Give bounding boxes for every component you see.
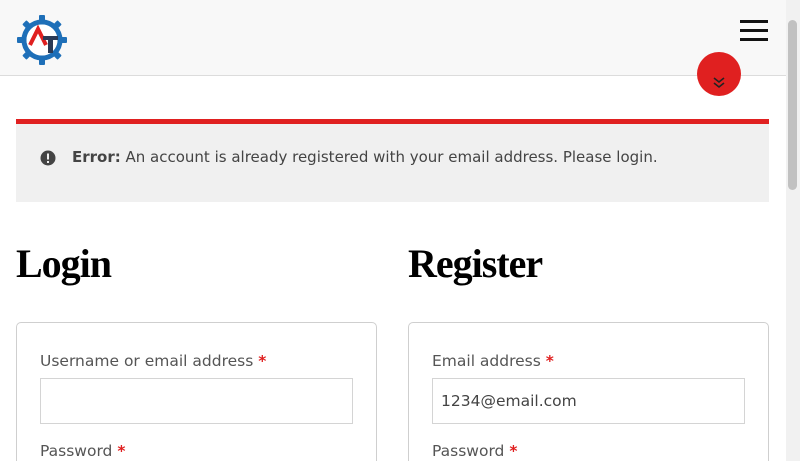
site-logo[interactable]	[16, 14, 68, 66]
menu-button[interactable]	[738, 18, 770, 44]
required-mark: *	[258, 352, 267, 370]
double-chevron-down-icon	[713, 77, 725, 89]
register-password-label: Password *	[432, 442, 518, 460]
error-label: Error:	[72, 148, 121, 166]
register-form: Email address * Password *	[408, 322, 769, 461]
email-label: Email address *	[432, 352, 554, 370]
login-password-label: Password *	[40, 442, 126, 460]
exclamation-circle-icon	[40, 150, 56, 166]
error-notice: Error: An account is already registered …	[16, 119, 769, 202]
login-title: Login	[16, 241, 112, 286]
email-input[interactable]	[432, 378, 745, 424]
hamburger-menu-icon	[740, 20, 768, 23]
login-form: Username or email address * Password *	[16, 322, 377, 461]
scroll-down-button[interactable]	[697, 52, 741, 96]
required-mark: *	[117, 442, 126, 460]
error-text: An account is already registered with yo…	[120, 148, 658, 166]
username-input[interactable]	[40, 378, 353, 424]
required-mark: *	[545, 352, 554, 370]
scrollbar-thumb[interactable]	[788, 20, 797, 190]
register-title: Register	[408, 241, 543, 286]
error-message: Error: An account is already registered …	[72, 148, 658, 166]
site-header	[0, 0, 786, 76]
required-mark: *	[509, 442, 518, 460]
gear-logo-icon	[17, 15, 67, 65]
username-label: Username or email address *	[40, 352, 267, 370]
